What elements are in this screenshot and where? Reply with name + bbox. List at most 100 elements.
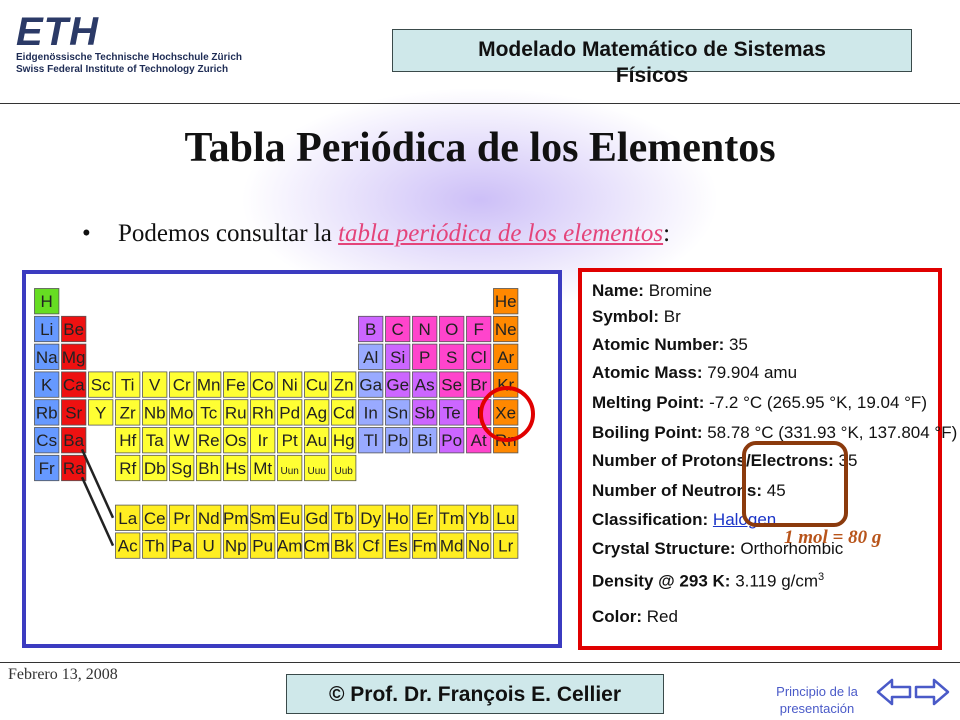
element-pb[interactable]: Pb	[385, 427, 411, 454]
element-np[interactable]: Np	[223, 532, 249, 559]
element-zr[interactable]: Zr	[115, 399, 141, 426]
element-pu[interactable]: Pu	[250, 532, 276, 559]
element-th[interactable]: Th	[142, 532, 168, 559]
element-ni[interactable]: Ni	[277, 371, 303, 398]
element-u[interactable]: U	[196, 532, 222, 559]
element-am[interactable]: Am	[277, 532, 303, 559]
element-hs[interactable]: Hs	[223, 454, 249, 482]
element-nd[interactable]: Nd	[196, 504, 222, 531]
element-uuu[interactable]: Uuu	[304, 454, 330, 482]
element-cr[interactable]: Cr	[169, 371, 195, 398]
element-os[interactable]: Os	[223, 427, 249, 454]
element-eu[interactable]: Eu	[277, 504, 303, 531]
element-v[interactable]: V	[142, 371, 168, 398]
element-mn[interactable]: Mn	[196, 371, 222, 398]
element-gd[interactable]: Gd	[304, 504, 330, 531]
element-c[interactable]: C	[385, 315, 411, 343]
element-rb[interactable]: Rb	[34, 399, 60, 426]
element-ho[interactable]: Ho	[385, 504, 411, 531]
element-ag[interactable]: Ag	[304, 399, 330, 426]
element-b[interactable]: B	[358, 315, 384, 343]
element-be[interactable]: Be	[61, 315, 87, 343]
element-cf[interactable]: Cf	[358, 532, 384, 559]
element-cs[interactable]: Cs	[34, 427, 60, 454]
element-au[interactable]: Au	[304, 427, 330, 454]
periodic-table-link[interactable]: tabla periódica de los elementos	[338, 220, 663, 247]
element-dy[interactable]: Dy	[358, 504, 384, 531]
element-uun[interactable]: Uun	[277, 454, 303, 482]
element-fm[interactable]: Fm	[412, 532, 438, 559]
element-lr[interactable]: Lr	[493, 532, 519, 559]
element-ra[interactable]: Ra	[61, 454, 87, 482]
element-cu[interactable]: Cu	[304, 371, 330, 398]
element-ce[interactable]: Ce	[142, 504, 168, 531]
element-sm[interactable]: Sm	[250, 504, 276, 531]
element-no[interactable]: No	[466, 532, 492, 559]
element-ca[interactable]: Ca	[61, 371, 87, 398]
element-mg[interactable]: Mg	[61, 343, 87, 370]
element-ar[interactable]: Ar	[493, 343, 519, 370]
element-bh[interactable]: Bh	[196, 454, 222, 482]
element-ir[interactable]: Ir	[250, 427, 276, 454]
element-w[interactable]: W	[169, 427, 195, 454]
element-nb[interactable]: Nb	[142, 399, 168, 426]
element-s[interactable]: S	[439, 343, 465, 370]
element-tc[interactable]: Tc	[196, 399, 222, 426]
element-tb[interactable]: Tb	[331, 504, 357, 531]
element-fe[interactable]: Fe	[223, 371, 249, 398]
element-p[interactable]: P	[412, 343, 438, 370]
element-pa[interactable]: Pa	[169, 532, 195, 559]
element-pm[interactable]: Pm	[223, 504, 249, 531]
element-bi[interactable]: Bi	[412, 427, 438, 454]
element-cl[interactable]: Cl	[466, 343, 492, 370]
element-ge[interactable]: Ge	[385, 371, 411, 398]
element-h[interactable]: H	[34, 288, 60, 315]
element-zn[interactable]: Zn	[331, 371, 357, 398]
element-si[interactable]: Si	[385, 343, 411, 370]
element-as[interactable]: As	[412, 371, 438, 398]
element-sc[interactable]: Sc	[88, 371, 114, 398]
element-f[interactable]: F	[466, 315, 492, 343]
element-ba[interactable]: Ba	[61, 427, 87, 454]
element-o[interactable]: O	[439, 315, 465, 343]
element-k[interactable]: K	[34, 371, 60, 398]
element-pt[interactable]: Pt	[277, 427, 303, 454]
element-pd[interactable]: Pd	[277, 399, 303, 426]
element-lu[interactable]: Lu	[493, 504, 519, 531]
element-ru[interactable]: Ru	[223, 399, 249, 426]
element-hf[interactable]: Hf	[115, 427, 141, 454]
element-ne[interactable]: Ne	[493, 315, 519, 343]
element-se[interactable]: Se	[439, 371, 465, 398]
element-re[interactable]: Re	[196, 427, 222, 454]
element-hg[interactable]: Hg	[331, 427, 357, 454]
element-n[interactable]: N	[412, 315, 438, 343]
element-ga[interactable]: Ga	[358, 371, 384, 398]
element-al[interactable]: Al	[358, 343, 384, 370]
element-na[interactable]: Na	[34, 343, 60, 370]
element-ta[interactable]: Ta	[142, 427, 168, 454]
start-of-presentation-link[interactable]: Principio de la presentación	[762, 683, 872, 717]
element-pr[interactable]: Pr	[169, 504, 195, 531]
element-cd[interactable]: Cd	[331, 399, 357, 426]
element-sb[interactable]: Sb	[412, 399, 438, 426]
element-sg[interactable]: Sg	[169, 454, 195, 482]
element-sn[interactable]: Sn	[385, 399, 411, 426]
element-md[interactable]: Md	[439, 532, 465, 559]
element-po[interactable]: Po	[439, 427, 465, 454]
element-cm[interactable]: Cm	[303, 532, 330, 559]
element-uub[interactable]: Uub	[331, 454, 357, 482]
element-tl[interactable]: Tl	[358, 427, 384, 454]
element-co[interactable]: Co	[250, 371, 276, 398]
element-he[interactable]: He	[493, 288, 519, 315]
element-mt[interactable]: Mt	[250, 454, 276, 482]
element-ti[interactable]: Ti	[115, 371, 141, 398]
element-mo[interactable]: Mo	[169, 399, 195, 426]
element-sr[interactable]: Sr	[61, 399, 87, 426]
element-tm[interactable]: Tm	[439, 504, 465, 531]
element-li[interactable]: Li	[34, 315, 60, 343]
element-rf[interactable]: Rf	[115, 454, 141, 482]
element-yb[interactable]: Yb	[466, 504, 492, 531]
element-in[interactable]: In	[358, 399, 384, 426]
element-fr[interactable]: Fr	[34, 454, 60, 482]
element-ac[interactable]: Ac	[115, 532, 141, 559]
